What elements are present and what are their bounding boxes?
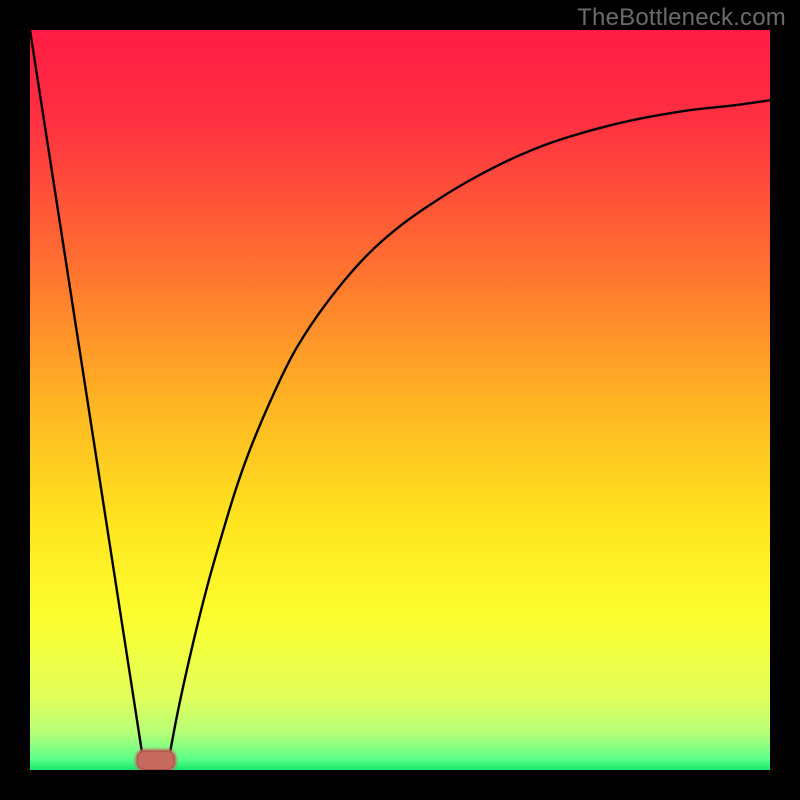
bottleneck-chart xyxy=(30,30,770,770)
marker-shape xyxy=(137,751,174,770)
bottom-marker xyxy=(135,749,176,770)
chart-frame: TheBottleneck.com xyxy=(0,0,800,800)
watermark-text: TheBottleneck.com xyxy=(577,4,786,32)
plot-background xyxy=(30,30,770,770)
